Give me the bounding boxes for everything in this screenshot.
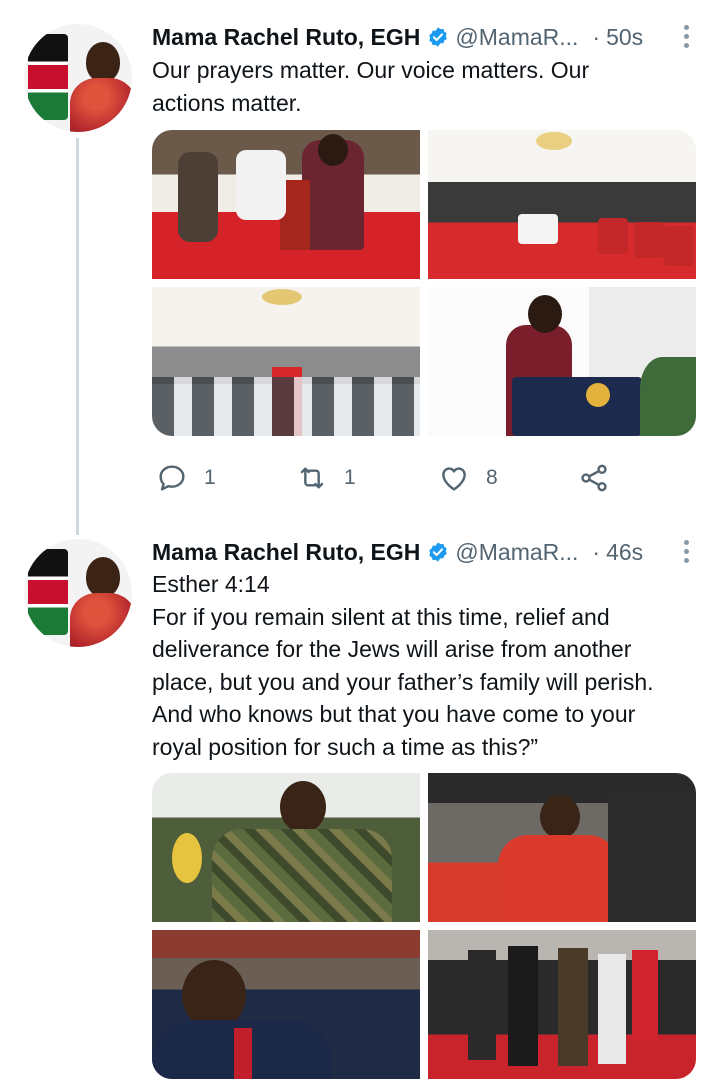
photo[interactable]	[152, 930, 420, 1079]
tweet-text: Our prayers matter. Our voice matters. O…	[152, 57, 590, 116]
more-options-icon[interactable]	[676, 533, 696, 569]
photo[interactable]	[152, 130, 420, 279]
author-name[interactable]: Mama Rachel Ruto, EGH	[152, 539, 420, 566]
tweet[interactable]: Mama Rachel Ruto, EGH @MamaR... · 46s Es…	[0, 535, 720, 1089]
timestamp[interactable]: 46s	[606, 539, 643, 566]
retweet-button[interactable]: 1	[296, 460, 356, 496]
tweet-header: Mama Rachel Ruto, EGH @MamaR... · 46s	[152, 535, 689, 569]
kenya-flag-icon	[28, 549, 68, 635]
kenya-flag-icon	[28, 34, 68, 120]
heart-icon	[442, 467, 466, 491]
share-icon	[581, 464, 607, 492]
retweet-count: 1	[344, 466, 356, 489]
verified-badge-icon	[429, 27, 448, 47]
verified-badge-icon	[429, 542, 448, 562]
reply-icon	[159, 465, 185, 491]
media-grid	[152, 773, 696, 1079]
photo[interactable]	[428, 773, 696, 922]
timestamp[interactable]: 50s	[606, 24, 643, 51]
like-button[interactable]: 8	[438, 460, 498, 496]
separator-dot: ·	[592, 538, 601, 565]
tweet-header: Mama Rachel Ruto, EGH @MamaR... · 50s	[152, 20, 689, 54]
separator-dot: ·	[592, 23, 601, 50]
more-options-icon[interactable]	[676, 18, 696, 54]
photo[interactable]	[428, 130, 696, 279]
author-handle[interactable]: @MamaR...	[455, 24, 578, 51]
author-name[interactable]: Mama Rachel Ruto, EGH	[152, 24, 420, 51]
retweet-icon	[300, 467, 324, 489]
avatar[interactable]	[24, 24, 132, 132]
tweet[interactable]: Mama Rachel Ruto, EGH @MamaR... · 50s Ou…	[0, 0, 720, 535]
avatar[interactable]	[24, 539, 132, 647]
photo[interactable]	[152, 287, 420, 436]
like-count: 8	[486, 466, 498, 489]
photo[interactable]	[428, 287, 696, 436]
author-handle[interactable]: @MamaR...	[455, 539, 578, 566]
share-button[interactable]	[578, 460, 610, 496]
reply-button[interactable]: 1	[156, 460, 216, 496]
thread-line	[76, 138, 79, 535]
tweet-actions: 1 1 8	[152, 460, 632, 496]
tweet-text: Esther 4:14 For if you remain silent at …	[152, 571, 654, 760]
reply-count: 1	[204, 466, 216, 489]
media-grid	[152, 130, 696, 436]
photo[interactable]	[428, 930, 696, 1079]
photo[interactable]	[152, 773, 420, 922]
